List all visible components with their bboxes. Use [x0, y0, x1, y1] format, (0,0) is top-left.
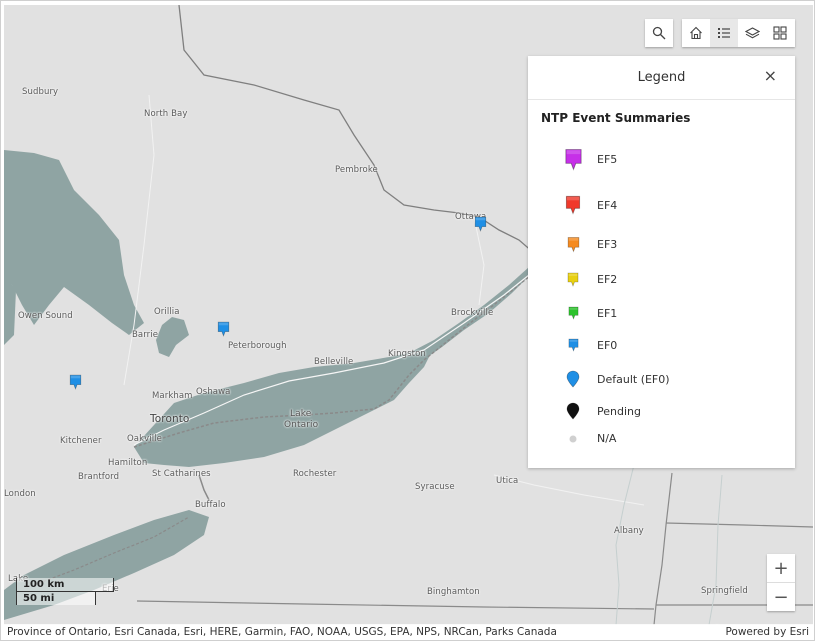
- legend-item-label: N/A: [597, 432, 617, 445]
- legend-item-label: EF0: [597, 338, 618, 352]
- lake-ontario: [134, 353, 429, 467]
- place-label: Toronto: [150, 413, 190, 425]
- basemap-gallery-button[interactable]: [766, 19, 794, 47]
- place-label: Ontario: [284, 420, 319, 430]
- place-label: Brockville: [451, 308, 494, 318]
- place-label: Owen Sound: [18, 311, 73, 321]
- home-button[interactable]: [682, 19, 710, 47]
- search-icon: [652, 26, 666, 40]
- place-label: Albany: [614, 526, 644, 536]
- pin-marker-icon: [558, 306, 588, 320]
- place-label: Lake: [290, 409, 312, 419]
- layers-button[interactable]: [738, 19, 766, 47]
- ny-vt-border: [653, 472, 673, 625]
- place-label: Peterborough: [228, 341, 287, 351]
- search-widget: [645, 19, 673, 47]
- river-hudson: [615, 464, 635, 625]
- pin-marker-icon: [558, 272, 588, 287]
- legend-list-icon: [718, 28, 730, 38]
- pin-marker-icon: [558, 195, 588, 215]
- map-app: Sudbury North Bay Pembroke Ottawa Owen Sound…: [0, 0, 815, 641]
- legend-item: EF0: [558, 338, 617, 352]
- event-marker-ef0[interactable]: [217, 321, 230, 337]
- river-ct: [708, 474, 723, 625]
- place-label: Rochester: [293, 469, 337, 479]
- scale-mi-label: 50 mi: [23, 593, 55, 604]
- layers-icon: [744, 26, 760, 38]
- drop-marker-icon: [558, 370, 588, 388]
- scale-bar-km: 100 km: [16, 578, 114, 592]
- dot-icon: [558, 435, 588, 443]
- place-label: Kingston: [388, 349, 426, 359]
- legend-item-label: EF3: [597, 238, 618, 251]
- ma-border: [665, 522, 813, 528]
- place-label: Hamilton: [108, 458, 148, 468]
- legend-item: EF1: [558, 306, 617, 320]
- place-label: Sudbury: [22, 87, 59, 97]
- place-label: Oakville: [127, 434, 162, 444]
- pin-marker-icon: [558, 148, 588, 171]
- legend-button[interactable]: [710, 19, 738, 47]
- event-marker-ef0[interactable]: [69, 374, 82, 390]
- attribution-text: Province of Ontario, Esri Canada, Esri, …: [7, 625, 557, 638]
- place-label: Orillia: [154, 307, 180, 317]
- place-label: Springfield: [701, 586, 748, 596]
- place-label: London: [4, 489, 36, 499]
- legend-layer-title: NTP Event Summaries: [541, 111, 691, 125]
- widget-toolbar: [682, 19, 795, 47]
- legend-item: N/A: [558, 432, 616, 445]
- legend-item: EF3: [558, 236, 617, 253]
- legend-item: EF4: [558, 195, 617, 215]
- legend-item-label: EF2: [597, 273, 618, 286]
- place-label: Kitchener: [60, 436, 102, 446]
- zoom-control: + −: [767, 554, 795, 611]
- place-label: Syracuse: [415, 482, 455, 492]
- basemap-gallery-icon: [773, 26, 787, 40]
- place-label: St Catharines: [152, 469, 211, 479]
- place-label: Oshawa: [196, 387, 231, 397]
- zoom-in-button[interactable]: +: [767, 554, 795, 582]
- road-north: [123, 94, 155, 386]
- drop-marker-icon: [558, 402, 588, 420]
- place-label: Barrie: [132, 330, 159, 340]
- home-icon: [690, 26, 702, 40]
- legend-item-label: EF1: [597, 306, 618, 320]
- legend-item-label: Pending: [597, 404, 641, 418]
- place-label: Brantford: [78, 472, 120, 482]
- legend-item-label: EF4: [597, 198, 618, 212]
- powered-by-esri[interactable]: Powered by Esri: [725, 626, 809, 638]
- legend-item: Default (EF0): [558, 370, 670, 388]
- georgian-bay: [4, 150, 144, 335]
- map-view[interactable]: Sudbury North Bay Pembroke Ottawa Owen Sound…: [4, 5, 813, 625]
- ny-pa-border: [136, 600, 655, 610]
- pin-marker-icon: [558, 338, 588, 352]
- place-label: Utica: [496, 476, 519, 486]
- place-label: Buffalo: [195, 500, 226, 510]
- place-label: Markham: [152, 391, 193, 401]
- scale-km-label: 100 km: [23, 579, 65, 590]
- place-label: Belleville: [314, 357, 354, 367]
- legend-item: EF5: [558, 148, 617, 171]
- attribution-bar: Province of Ontario, Esri Canada, Esri, …: [4, 624, 813, 639]
- place-label: Pembroke: [335, 165, 378, 175]
- pin-marker-icon: [558, 236, 588, 253]
- legend-item-label: Default (EF0): [597, 372, 670, 386]
- place-label: North Bay: [144, 109, 188, 119]
- legend-item-label: EF5: [597, 153, 618, 166]
- zoom-out-button[interactable]: −: [767, 582, 795, 611]
- legend-title: Legend: [637, 70, 686, 85]
- search-button[interactable]: [645, 19, 673, 47]
- scale-bar: 100 km 50 mi: [16, 578, 114, 605]
- scale-bar-mi: 50 mi: [16, 592, 96, 605]
- legend-header: Legend ×: [528, 56, 795, 100]
- lake-simcoe: [156, 317, 189, 357]
- event-marker-ef0[interactable]: [474, 216, 487, 232]
- legend-close-button[interactable]: ×: [764, 68, 777, 84]
- legend-item: Pending: [558, 402, 641, 420]
- place-label: Binghamton: [427, 587, 480, 597]
- legend-panel: Legend × NTP Event Summaries EF5 EF4 EF3 EF…: [528, 56, 795, 468]
- legend-item: EF2: [558, 272, 617, 287]
